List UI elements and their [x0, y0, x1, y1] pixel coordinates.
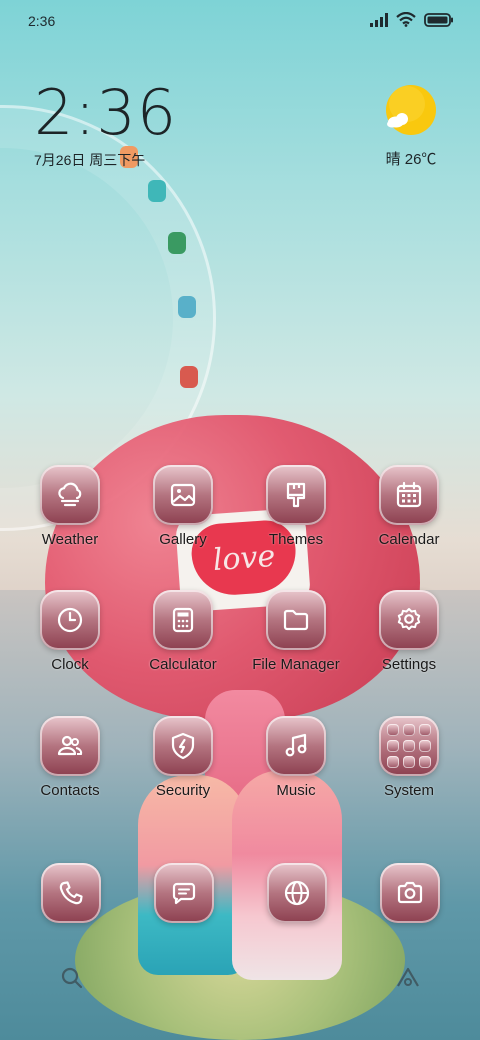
- folder-mini-app-icon: [419, 724, 431, 736]
- folder-mini-app-icon: [419, 756, 431, 768]
- app-file-manager[interactable]: File Manager: [241, 590, 351, 673]
- app-gallery[interactable]: Gallery: [128, 465, 238, 548]
- app-label: Settings: [381, 656, 437, 673]
- app-icon-frame: [379, 465, 439, 525]
- app-icon-frame: [153, 465, 213, 525]
- app-icon-frame: [266, 590, 326, 650]
- browser-icon: [284, 880, 310, 906]
- app-label: Calculator: [149, 656, 217, 673]
- music-note-icon: [285, 733, 307, 757]
- assistant-icon: [397, 967, 419, 987]
- gear-icon: [397, 608, 421, 630]
- wheel-cabin-decoration: [180, 366, 198, 388]
- app-themes[interactable]: Themes: [241, 465, 351, 548]
- app-label: Gallery: [159, 531, 207, 548]
- people-icon: [57, 735, 83, 756]
- sun-cloud-icon: [386, 85, 436, 135]
- weather-text: 晴 26℃: [385, 151, 437, 168]
- app-icon-frame: [153, 590, 213, 650]
- clock-icon: [57, 607, 83, 633]
- app-folder-system[interactable]: System: [354, 716, 464, 799]
- app-security[interactable]: Security: [128, 716, 238, 799]
- dock-camera[interactable]: [380, 863, 440, 923]
- app-icon-frame: [266, 465, 326, 525]
- app-label: Weather: [41, 531, 99, 548]
- message-icon: [172, 882, 196, 905]
- shield-icon: [171, 732, 195, 760]
- clock-widget-date: 7月26日 周三下午: [34, 152, 146, 168]
- app-settings[interactable]: Settings: [354, 590, 464, 673]
- folder-mini-app-icon: [387, 740, 399, 752]
- folder-mini-app-icon: [387, 724, 399, 736]
- app-label: Contacts: [40, 782, 100, 799]
- wheel-cabin-decoration: [178, 296, 196, 318]
- dock-browser[interactable]: [267, 863, 327, 923]
- wheel-cabin-decoration: [148, 180, 166, 202]
- brush-icon: [286, 482, 306, 508]
- app-label: System: [383, 782, 434, 799]
- battery-icon: [424, 12, 453, 27]
- calendar-icon: [396, 481, 422, 508]
- app-weather[interactable]: Weather: [15, 465, 125, 548]
- app-label: Themes: [268, 531, 324, 548]
- dock-messages[interactable]: [154, 863, 214, 923]
- folder-icon: [283, 609, 309, 631]
- app-calendar[interactable]: Calendar: [354, 465, 464, 548]
- clock-widget-time: 2:36: [34, 76, 178, 149]
- search-icon: [61, 967, 83, 989]
- folder-mini-app-icon: [403, 724, 415, 736]
- app-label: Security: [155, 782, 211, 799]
- app-icon-frame: [40, 590, 100, 650]
- wheel-cabin-decoration: [168, 232, 186, 254]
- app-icon-frame: [379, 590, 439, 650]
- dock-phone[interactable]: [41, 863, 101, 923]
- folder-mini-app-icon: [403, 756, 415, 768]
- app-label: Clock: [51, 656, 89, 673]
- phone-icon: [59, 881, 83, 905]
- status-icons: [370, 12, 454, 27]
- app-music[interactable]: Music: [241, 716, 351, 799]
- cloud-icon: [58, 482, 82, 507]
- app-calculator[interactable]: Calculator: [128, 590, 238, 673]
- app-label: Music: [276, 782, 316, 799]
- folder-grid-icon: [379, 716, 439, 776]
- weather-widget[interactable]: 晴 26℃: [376, 84, 446, 169]
- wifi-icon: [396, 12, 416, 27]
- signal-icon: [370, 12, 388, 27]
- image-icon: [170, 483, 196, 507]
- app-contacts[interactable]: Contacts: [15, 716, 125, 799]
- app-icon-frame: [153, 716, 213, 776]
- app-label: File Manager: [252, 656, 340, 673]
- calculator-icon: [172, 607, 194, 633]
- app-label: Calendar: [378, 531, 440, 548]
- camera-icon: [397, 881, 423, 904]
- folder-mini-app-icon: [419, 740, 431, 752]
- status-time: 2:36: [28, 13, 56, 29]
- folder-mini-app-icon: [387, 756, 399, 768]
- app-icon-frame: [40, 465, 100, 525]
- app-clock[interactable]: Clock: [15, 590, 125, 673]
- home-screen: love 2:36 2:36 7月26日 周三下午 晴 26℃ Weather …: [0, 0, 480, 1040]
- app-icon-frame: [40, 716, 100, 776]
- status-bar: 2:36: [0, 0, 480, 44]
- app-icon-frame: [266, 716, 326, 776]
- folder-mini-app-icon: [403, 740, 415, 752]
- clock-widget[interactable]: 2:36 7月26日 周三下午: [34, 82, 177, 170]
